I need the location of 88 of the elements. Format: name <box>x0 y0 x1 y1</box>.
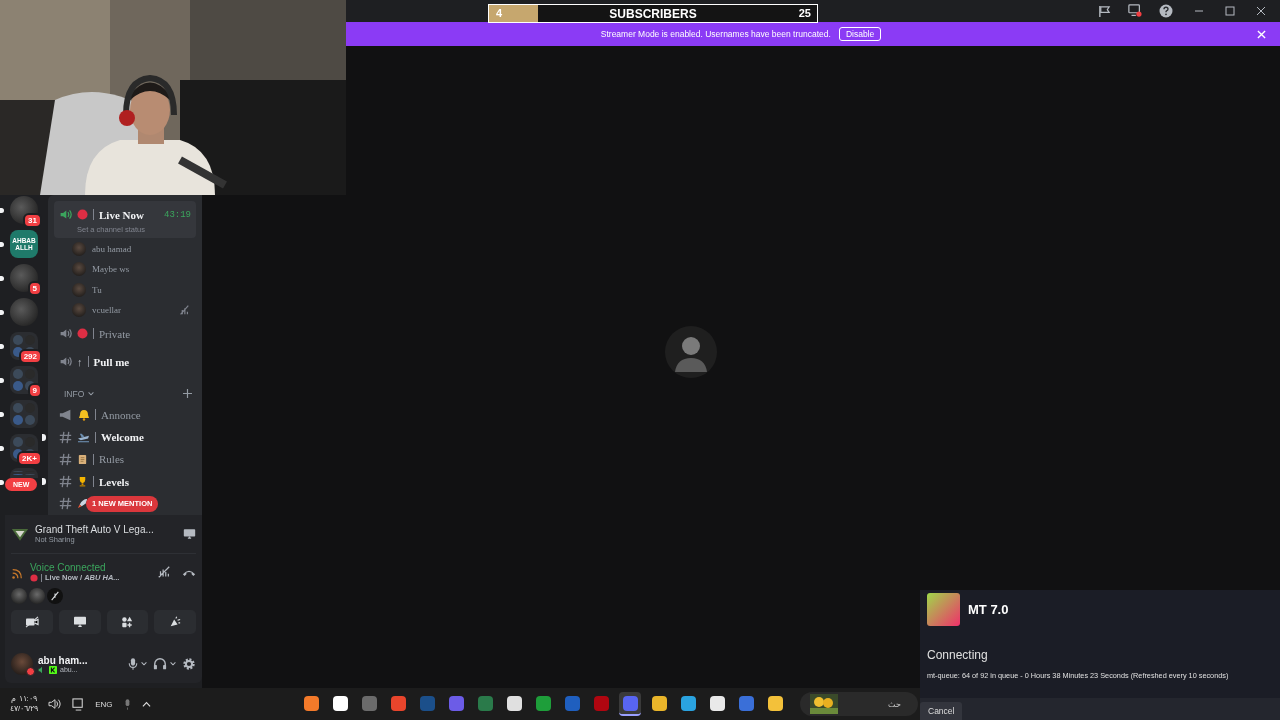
hash-icon <box>59 475 72 489</box>
app-logo-icon <box>927 593 960 626</box>
dialog-title: MT 7.0 <box>968 602 1009 617</box>
soundboard-button[interactable] <box>154 610 196 634</box>
channel-name: Pull me <box>93 355 130 368</box>
member-name[interactable]: Maybe ws <box>92 264 130 275</box>
screen-share-icon <box>72 616 87 628</box>
camera-off-icon <box>24 616 39 628</box>
category-header[interactable]: INFO <box>64 389 85 399</box>
server-button[interactable] <box>10 264 38 292</box>
game-logo-icon <box>11 526 29 542</box>
maximize-icon[interactable] <box>1225 6 1235 16</box>
activities-button[interactable] <box>106 610 149 634</box>
screen-share-button[interactable] <box>58 610 101 634</box>
search-field[interactable]: حث <box>800 692 918 716</box>
speaker-icon[interactable] <box>48 698 63 710</box>
member-name[interactable]: abu hamad <box>92 244 132 255</box>
member-name[interactable]: vcuellar <box>92 305 121 316</box>
headphones-icon[interactable] <box>153 657 167 671</box>
scroll-icon <box>77 453 88 465</box>
channel-item[interactable]: Levels <box>54 470 196 493</box>
speaker-icon <box>59 355 72 369</box>
hash-icon <box>59 430 72 444</box>
channel-name: Private <box>99 327 131 340</box>
rocket-icon <box>77 498 88 510</box>
circle-emoji-icon <box>77 209 88 220</box>
channel-item[interactable]: Private <box>54 320 196 348</box>
monitor-icon[interactable] <box>72 697 86 711</box>
count-badge: 2K+ <box>17 451 42 466</box>
channel-prefix: ↑ <box>77 355 83 368</box>
microphone-icon[interactable] <box>128 657 138 671</box>
connection-status: Connecting <box>926 648 989 662</box>
channel-name: Welcome <box>101 431 144 444</box>
close-icon[interactable] <box>1256 6 1266 16</box>
k-logo-icon <box>49 665 57 674</box>
count-badge: 31 <box>23 213 42 228</box>
hash-icon <box>59 497 72 511</box>
chevron-up-icon[interactable] <box>141 699 151 709</box>
avatar-icon <box>665 326 717 378</box>
channel-item[interactable]: Welcome <box>54 425 196 449</box>
call-timer: 43:19 <box>164 209 191 220</box>
noise-suppression-icon[interactable] <box>157 565 171 579</box>
circle-emoji-icon <box>30 573 38 582</box>
megaphone-icon <box>59 407 73 422</box>
speaker-icon <box>59 327 72 341</box>
avatar-icon <box>72 303 86 318</box>
trophy-icon <box>77 476 88 488</box>
airplane-icon <box>77 431 90 443</box>
server-folder[interactable] <box>10 366 38 394</box>
bell-icon <box>78 408 90 421</box>
avatar-icon <box>72 282 86 297</box>
member-name[interactable]: Tu <box>92 284 102 295</box>
count-badge: 292 <box>18 349 42 364</box>
avatar-icon <box>72 262 86 277</box>
screen-share-icon[interactable] <box>183 528 196 540</box>
channel-name: Live Now <box>99 208 144 221</box>
game-title: Grand Theft Auto V Lega... <box>35 524 155 535</box>
screen-icon[interactable] <box>1128 4 1142 18</box>
hash-icon <box>59 452 72 466</box>
disable-button[interactable]: Disable <box>838 27 882 41</box>
username: abu ham... <box>38 654 89 666</box>
circle-emoji-icon <box>77 328 88 340</box>
goal-label: SUBSCRIBERS <box>609 7 697 21</box>
channel-name: Rules <box>99 453 125 466</box>
camera-off-button[interactable] <box>11 610 53 634</box>
channel-item[interactable]: ↑ Pull me <box>54 348 196 376</box>
user-avatar[interactable] <box>11 653 33 675</box>
goal-current: 4 <box>496 7 503 19</box>
cancel-button[interactable]: Cancel <box>920 702 963 720</box>
shapes-icon <box>121 616 134 628</box>
signal-icon <box>11 568 23 580</box>
avatar-icon <box>72 242 86 257</box>
plus-icon[interactable] <box>183 389 192 399</box>
goal-target: 25 <box>798 7 811 19</box>
party-icon <box>169 616 182 628</box>
settings-icon[interactable] <box>182 657 196 671</box>
channel-name: Annonce <box>101 408 141 421</box>
language-indicator[interactable]: ENG <box>95 699 113 709</box>
chevron-icon[interactable] <box>169 660 177 668</box>
flag-icon[interactable] <box>1098 4 1111 18</box>
banner-message: Streamer Mode is enabled. Usernames have been truncated. <box>600 29 831 39</box>
help-icon[interactable] <box>1159 4 1173 18</box>
chevron-icon[interactable] <box>140 660 148 668</box>
channel-name: Levels <box>99 475 129 488</box>
voice-status: Voice Connected <box>30 562 107 573</box>
channel-item[interactable]: Annonce <box>54 403 196 426</box>
speaker-icon <box>59 208 72 221</box>
channel-item[interactable]: Rules <box>54 448 196 471</box>
